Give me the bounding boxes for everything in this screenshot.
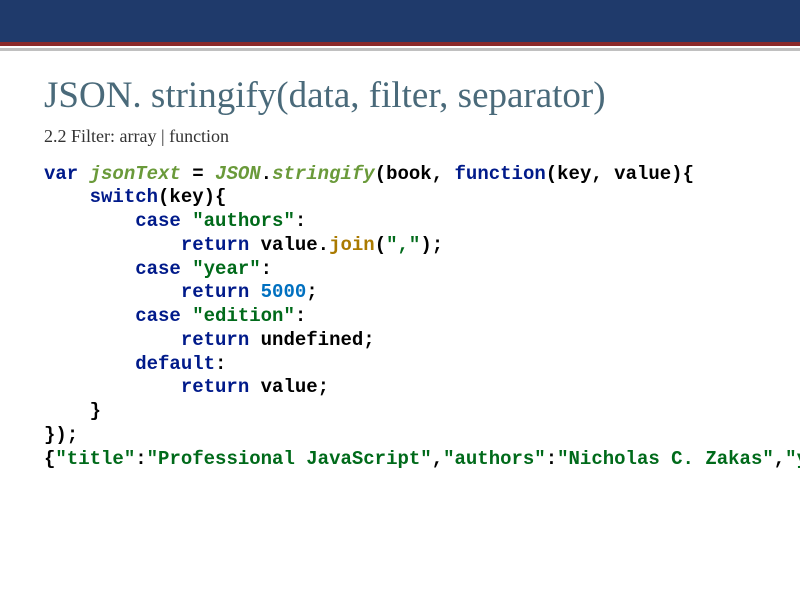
header-red-stripe <box>0 42 800 46</box>
colon: : <box>261 258 272 280</box>
indent <box>44 258 135 280</box>
out-val-title: "Professional JavaScript" <box>147 448 432 470</box>
kw-var: var <box>44 163 78 185</box>
sp <box>249 281 260 303</box>
out-key-authors: "authors" <box>443 448 546 470</box>
dot: . <box>261 163 272 185</box>
header-navy-bar <box>0 0 800 42</box>
num-5000: 5000 <box>261 281 307 303</box>
indent <box>44 353 135 375</box>
kw-function: function <box>455 163 546 185</box>
kw-return: return <box>181 376 249 398</box>
indent <box>44 329 181 351</box>
stmt-close: }); <box>44 424 78 446</box>
method-stringify: stringify <box>272 163 375 185</box>
semi: ; <box>306 281 317 303</box>
code-block: var jsonText = JSON.stringify(book, func… <box>44 163 756 472</box>
kw-case: case <box>135 305 181 327</box>
paren-open: ( <box>375 234 386 256</box>
out-key-year: "year" <box>785 448 800 470</box>
kw-case: case <box>135 258 181 280</box>
str-edition: "edition" <box>192 305 295 327</box>
sp <box>181 210 192 232</box>
indent <box>44 376 181 398</box>
value-dot: value. <box>249 234 329 256</box>
kw-default: default <box>135 353 215 375</box>
kw-return: return <box>181 329 249 351</box>
str-authors: "authors" <box>192 210 295 232</box>
colon: : <box>295 210 306 232</box>
out-val-authors: "Nicholas C. Zakas" <box>557 448 774 470</box>
ident-jsonText: jsonText <box>90 163 181 185</box>
cls-json: JSON <box>215 163 261 185</box>
colon: : <box>546 448 557 470</box>
paren-close: ); <box>420 234 443 256</box>
str-comma: "," <box>386 234 420 256</box>
colon: : <box>295 305 306 327</box>
undefined: undefined; <box>249 329 374 351</box>
colon: : <box>215 353 226 375</box>
indent <box>44 210 135 232</box>
str-year: "year" <box>192 258 260 280</box>
method-join: join <box>329 234 375 256</box>
colon: : <box>135 448 146 470</box>
indent <box>44 281 181 303</box>
out-open: { <box>44 448 55 470</box>
comma: , <box>774 448 785 470</box>
kw-return: return <box>181 234 249 256</box>
kw-switch: switch <box>90 186 158 208</box>
sp <box>181 305 192 327</box>
args-open: (book, <box>375 163 455 185</box>
value: value; <box>249 376 329 398</box>
switch-rest: (key){ <box>158 186 226 208</box>
indent <box>44 234 181 256</box>
brace-close: } <box>44 400 101 422</box>
kw-return: return <box>181 281 249 303</box>
kw-case: case <box>135 210 181 232</box>
sp <box>181 258 192 280</box>
slide-title: JSON. stringify(data, filter, separator) <box>44 75 756 118</box>
slide-content: JSON. stringify(data, filter, separator)… <box>0 51 800 471</box>
func-sig: (key, value){ <box>546 163 694 185</box>
indent <box>44 305 135 327</box>
indent <box>44 186 90 208</box>
slide-subtitle: 2.2 Filter: array | function <box>44 126 756 147</box>
eq: = <box>181 163 215 185</box>
comma: , <box>432 448 443 470</box>
out-key-title: "title" <box>55 448 135 470</box>
